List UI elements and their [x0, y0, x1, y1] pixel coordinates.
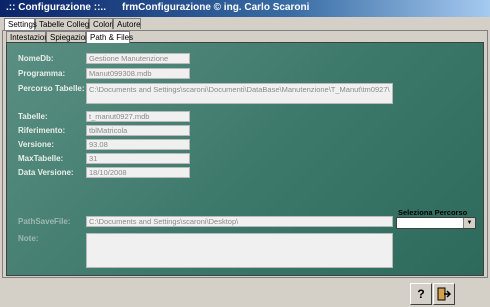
riferimento-field[interactable]: tblMatricola	[86, 125, 190, 136]
tabelle-field[interactable]: t_manut0927.mdb	[86, 111, 190, 122]
exit-icon	[437, 287, 452, 304]
versione-label: Versione:	[18, 140, 55, 149]
data-versione-field[interactable]: 18/10/2008	[86, 167, 190, 178]
tab-spiegazioni[interactable]: Spiegazioni	[46, 31, 91, 42]
main-window: .:: Configurazione ::.. frmConfigurazion…	[0, 0, 490, 307]
form-title: frmConfigurazione © ing. Carlo Scaroni	[122, 2, 310, 13]
riferimento-label: Riferimento:	[18, 126, 66, 135]
maxtabelle-field[interactable]: 31	[86, 153, 190, 164]
seleziona-percorso-dropdown[interactable]: ▼	[396, 217, 476, 229]
tab-settings[interactable]: Settings	[4, 18, 37, 30]
data-versione-label: Data Versione:	[18, 168, 74, 177]
percorso-tabelle-field[interactable]: C:\Documents and Settings\scaroni\Docume…	[86, 83, 393, 104]
tabelle-label: Tabelle:	[18, 112, 48, 121]
tab-intestazione[interactable]: Intestazione	[6, 31, 53, 42]
note-field[interactable]	[86, 233, 393, 268]
tab-tabelle-collegate[interactable]: Tabelle Collegate	[35, 18, 100, 29]
programma-field[interactable]: Manut099308.mdb	[86, 68, 190, 79]
note-label: Note:	[18, 234, 39, 243]
chevron-down-icon[interactable]: ▼	[463, 218, 475, 228]
tab-colori[interactable]: Colori	[89, 18, 114, 29]
tab-autore[interactable]: Autore	[113, 18, 141, 29]
tab-path-files[interactable]: Path & Files	[86, 31, 133, 43]
app-title: .:: Configurazione ::..	[6, 2, 106, 13]
help-icon: ?	[417, 287, 425, 301]
nomedb-field[interactable]: Gestione Manutenzione	[86, 53, 190, 64]
nomedb-label: NomeDb:	[18, 54, 54, 63]
title-bar: .:: Configurazione ::.. frmConfigurazion…	[0, 0, 490, 17]
help-button[interactable]: ?	[410, 283, 432, 305]
percorso-tabelle-label: Percorso Tabelle:	[18, 84, 85, 93]
pathsavefile-field[interactable]: C:\Documents and Settings\scaroni\Deskto…	[86, 216, 393, 227]
programma-label: Programma:	[18, 69, 66, 78]
pathsavefile-label: PathSaveFile:	[18, 217, 71, 226]
versione-field[interactable]: 93.08	[86, 139, 190, 150]
seleziona-percorso-label: Seleziona Percorso	[398, 208, 468, 217]
maxtabelle-label: MaxTabelle:	[18, 154, 64, 163]
exit-button[interactable]	[433, 283, 455, 305]
